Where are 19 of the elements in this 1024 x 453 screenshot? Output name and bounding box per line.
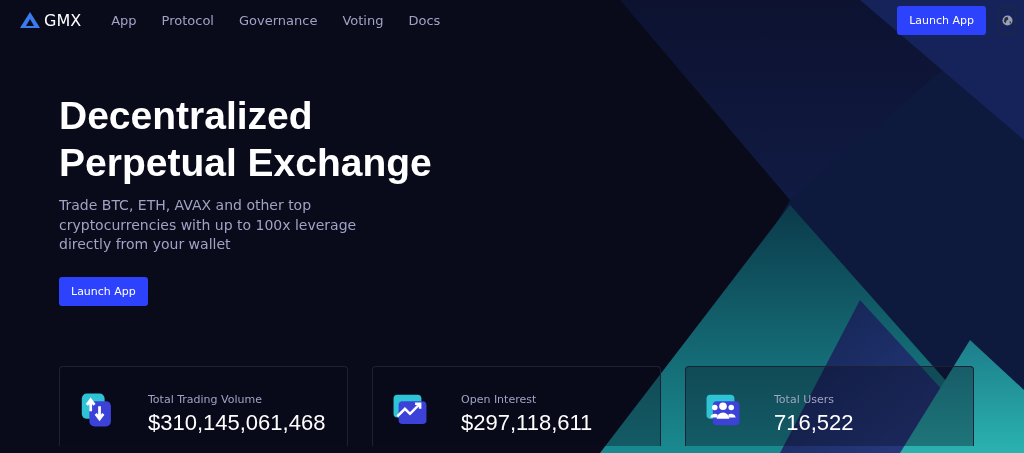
logo[interactable]: GMX: [20, 10, 82, 30]
stat-value: $297,118,611: [461, 409, 593, 436]
nav-link[interactable]: App: [111, 12, 137, 28]
nav-link[interactable]: Protocol: [161, 12, 214, 28]
language-button[interactable]: [998, 6, 1016, 34]
launch-app-button[interactable]: Launch App: [897, 5, 986, 35]
hero-title: Decentralized Perpetual Exchange: [59, 93, 433, 186]
stat-label: Total Trading Volume: [148, 392, 263, 406]
launch-app-button[interactable]: Launch App: [59, 276, 148, 306]
stat-label: Total Users: [774, 392, 835, 406]
stat-label: Open Interest: [461, 392, 538, 406]
logo-icon: [20, 12, 40, 28]
globe-icon: [1001, 14, 1013, 26]
nav-link[interactable]: Voting: [342, 12, 384, 28]
nav-link[interactable]: Governance: [238, 12, 318, 28]
stat-value: 716,522: [774, 409, 854, 436]
stat-value: $310,145,061,468: [148, 409, 326, 436]
nav-link[interactable]: Docs: [408, 12, 441, 28]
hero-subtitle: Trade BTC, ETH, AVAX and other top cryptocurrencies with up to 100x leverage directly from your wallet: [59, 196, 358, 254]
